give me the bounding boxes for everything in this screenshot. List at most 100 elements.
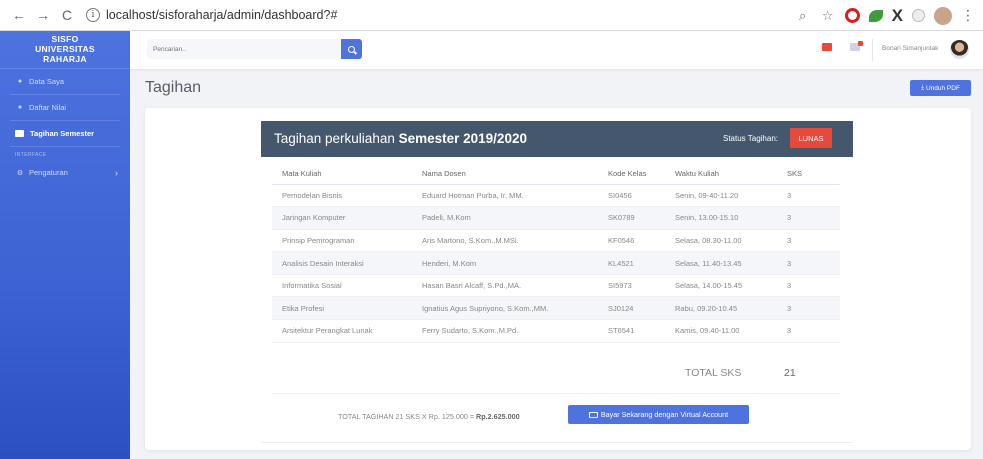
column-header: Waktu Kuliah bbox=[665, 163, 777, 185]
leaf-extension-icon[interactable] bbox=[868, 9, 883, 22]
table-cell: 3 bbox=[777, 319, 840, 343]
card-icon bbox=[15, 130, 24, 137]
status-label: Status Tagihan: bbox=[723, 134, 779, 143]
table-row: Pemodelan Bisnis Eduard Hotman Purba, Ir… bbox=[272, 184, 840, 208]
table-cell: Selasa, 08.30-11.00 bbox=[665, 229, 777, 253]
table-row: Informatika Sosial Hasan Basri Alcaff, S… bbox=[272, 274, 840, 298]
table-cell: 3 bbox=[777, 229, 840, 253]
table-cell: Rabu, 09.20-10.45 bbox=[665, 296, 777, 321]
address-bar[interactable]: localhost/sisforaharja/admin/dashboard?# bbox=[106, 8, 337, 22]
course-table: Mata Kuliah Nama Dosen Kode Kelas Waktu … bbox=[272, 163, 840, 343]
table-cell: Padeli, M.Kom bbox=[412, 206, 598, 230]
table-cell: ST6541 bbox=[598, 319, 665, 343]
table-cell: KL4521 bbox=[598, 251, 665, 275]
sidebar-item-label: Pengaturan bbox=[29, 168, 68, 177]
reload-icon[interactable]: C bbox=[56, 4, 78, 26]
table-cell: Senin, 13.00-15.10 bbox=[665, 206, 777, 230]
browser-toolbar: ← → C i localhost/sisforaharja/admin/das… bbox=[0, 0, 983, 31]
table-cell: Jaringan Komputer bbox=[272, 206, 412, 230]
sidebar-heading: INTERFACE bbox=[15, 152, 47, 158]
x-extension-icon[interactable]: X bbox=[892, 6, 903, 26]
alerts-bell-icon[interactable] bbox=[822, 43, 832, 51]
table-row: Prinsip Pemrograman Aris Martono, S.Kom.… bbox=[272, 229, 840, 253]
back-icon[interactable]: ← bbox=[8, 4, 30, 26]
invoice-title-prefix: Tagihan perkuliahan bbox=[274, 131, 395, 146]
table-cell: 3 bbox=[777, 296, 840, 321]
brand-line-3: RAHARJA bbox=[43, 54, 87, 64]
table-cell: Ferry Sudarto, S.Kom.,M.Pd. bbox=[412, 319, 598, 343]
circle-extension-icon[interactable] bbox=[912, 9, 925, 22]
column-header: Nama Dosen bbox=[412, 163, 598, 185]
sidebar-item-data-saya[interactable]: ● Data Saya bbox=[0, 69, 130, 94]
column-header: Kode Kelas bbox=[598, 163, 665, 185]
search-input[interactable] bbox=[147, 39, 341, 59]
invoice-header: Tagihan perkuliahan Semester 2019/2020 S… bbox=[261, 121, 853, 157]
table-cell: Selasa, 14.00-15.45 bbox=[665, 274, 777, 298]
search-icon bbox=[348, 45, 355, 53]
table-header-row: Mata Kuliah Nama Dosen Kode Kelas Waktu … bbox=[272, 163, 840, 185]
user-icon: ● bbox=[17, 78, 23, 85]
status-badge: LUNAS bbox=[790, 128, 832, 148]
sidebar-item-pengaturan[interactable]: ⚙ Pengaturan › bbox=[0, 160, 130, 185]
total-sks-label: TOTAL SKS bbox=[685, 367, 742, 379]
table-cell: 3 bbox=[777, 274, 840, 298]
profile-avatar[interactable] bbox=[934, 6, 952, 25]
topbar: Bonari Simanjuntak bbox=[130, 31, 983, 69]
table-cell: 3 bbox=[777, 251, 840, 275]
table-cell: Selasa, 11.40-13.45 bbox=[665, 251, 777, 275]
brand-line-1: SISFO bbox=[51, 34, 79, 44]
bookmark-star-icon[interactable]: ☆ bbox=[820, 8, 836, 24]
messages-envelope-icon[interactable] bbox=[850, 41, 863, 51]
sidebar-item-label: Data Saya bbox=[29, 77, 65, 86]
table-cell: Kamis, 09.40-11.00 bbox=[665, 319, 777, 343]
pay-virtual-account-button[interactable]: Bayar Sekarang dengan Virtual Account bbox=[568, 405, 749, 424]
column-header: Mata Kuliah bbox=[272, 163, 412, 185]
search-button[interactable] bbox=[341, 39, 362, 59]
invoice-card: Tagihan perkuliahan Semester 2019/2020 S… bbox=[145, 108, 971, 450]
payment-summary: TOTAL TAGIHAN 21 SKS X Rp. 125.000 = Rp.… bbox=[338, 412, 520, 421]
table-cell: SI5973 bbox=[598, 274, 665, 298]
payment-amount: Rp.2.625.000 bbox=[476, 412, 520, 421]
table-cell: SJ0124 bbox=[598, 296, 665, 321]
table-cell: Prinsip Pemrograman bbox=[272, 229, 412, 253]
total-sks-row: TOTAL SKS 21 bbox=[272, 354, 840, 394]
zoom-icon[interactable]: ⌕ bbox=[795, 8, 811, 24]
brand-line-2: UNIVERSITAS bbox=[35, 44, 95, 54]
sidebar-brand[interactable]: SISFO UNIVERSITAS RAHARJA bbox=[0, 31, 130, 69]
forward-icon[interactable]: → bbox=[32, 4, 54, 26]
table-cell: Hasan Basri Alcaff, S.Pd.,MA. bbox=[412, 274, 598, 298]
browser-menu-icon[interactable]: ⋮ bbox=[961, 7, 975, 24]
payment-formula: TOTAL TAGIHAN 21 SKS X Rp. 125.000 = bbox=[338, 412, 477, 421]
sidebar-item-label: Tagihan Semester bbox=[30, 129, 95, 138]
invoice-title-semester: Semester 2019/2020 bbox=[398, 131, 527, 146]
table-cell: Aris Martono, S.Kom.,M.MSi. bbox=[412, 229, 598, 253]
pay-button-label: Bayar Sekarang dengan Virtual Account bbox=[600, 410, 729, 419]
table-cell: SI0456 bbox=[598, 184, 665, 208]
site-info-icon[interactable]: i bbox=[86, 8, 100, 22]
table-cell: 3 bbox=[777, 206, 840, 230]
column-header: SKS bbox=[777, 163, 840, 185]
list-icon: ● bbox=[17, 104, 23, 111]
chevron-right-icon: › bbox=[115, 167, 118, 178]
sidebar-item-label: Daftar Nilai bbox=[29, 103, 67, 112]
opera-extension-icon[interactable] bbox=[844, 8, 860, 23]
table-cell: Senin, 09-40-11.20 bbox=[665, 184, 777, 208]
gear-icon: ⚙ bbox=[16, 169, 24, 177]
download-pdf-label: Unduh PDF bbox=[925, 84, 960, 92]
sidebar-item-tagihan-semester[interactable]: Tagihan Semester bbox=[0, 121, 130, 146]
table-row: Arsitektur Perangkat Lunak Ferry Sudarto… bbox=[272, 319, 840, 343]
table-cell: SK0789 bbox=[598, 206, 665, 230]
table-cell: Ignatius Agus Supriyono, S.Kom.,MM. bbox=[412, 296, 598, 321]
table-cell: KF0546 bbox=[598, 229, 665, 253]
table-cell: Henderi, M.Kom bbox=[412, 251, 598, 275]
download-pdf-button[interactable]: ⤓ Unduh PDF bbox=[910, 80, 971, 96]
sidebar: SISFO UNIVERSITAS RAHARJA ● Data Saya ● … bbox=[0, 31, 130, 459]
user-avatar[interactable] bbox=[950, 40, 969, 59]
total-sks-value: 21 bbox=[784, 367, 796, 379]
table-cell: Eduard Hotman Purba, Ir, MM. bbox=[412, 184, 598, 208]
table-row: Analisis Desain Interaksi Henderi, M.Kom… bbox=[272, 251, 840, 275]
download-icon: ⤓ bbox=[921, 84, 924, 91]
sidebar-item-daftar-nilai[interactable]: ● Daftar Nilai bbox=[0, 95, 130, 120]
user-name[interactable]: Bonari Simanjuntak bbox=[882, 45, 938, 52]
card-divider bbox=[261, 442, 853, 443]
